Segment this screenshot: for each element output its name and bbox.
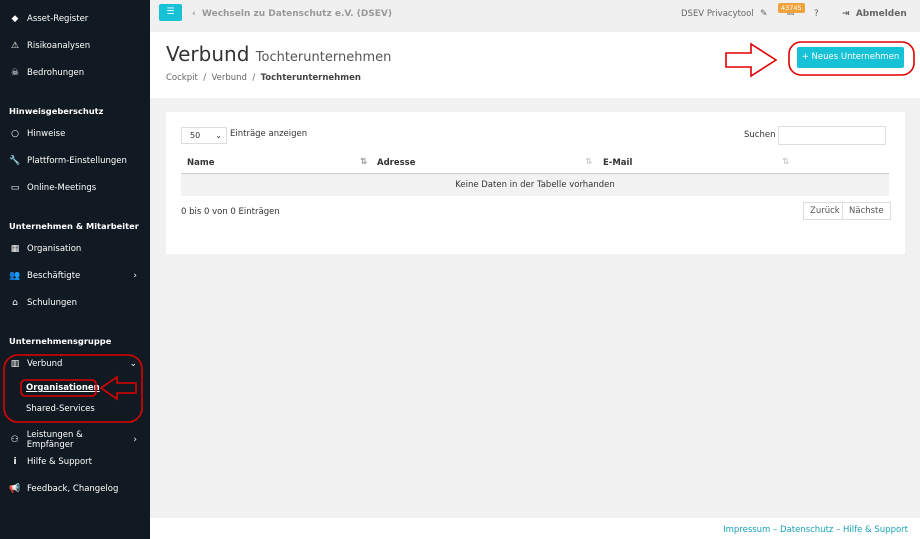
annotation-arrow-right: [725, 42, 778, 78]
annotation-ellipse: [788, 41, 915, 76]
annotation-box: [20, 379, 97, 397]
annotation-ellipse: [3, 354, 143, 423]
annotation-arrow-left: [99, 375, 137, 401]
annotation-overlay: [3, 41, 915, 423]
